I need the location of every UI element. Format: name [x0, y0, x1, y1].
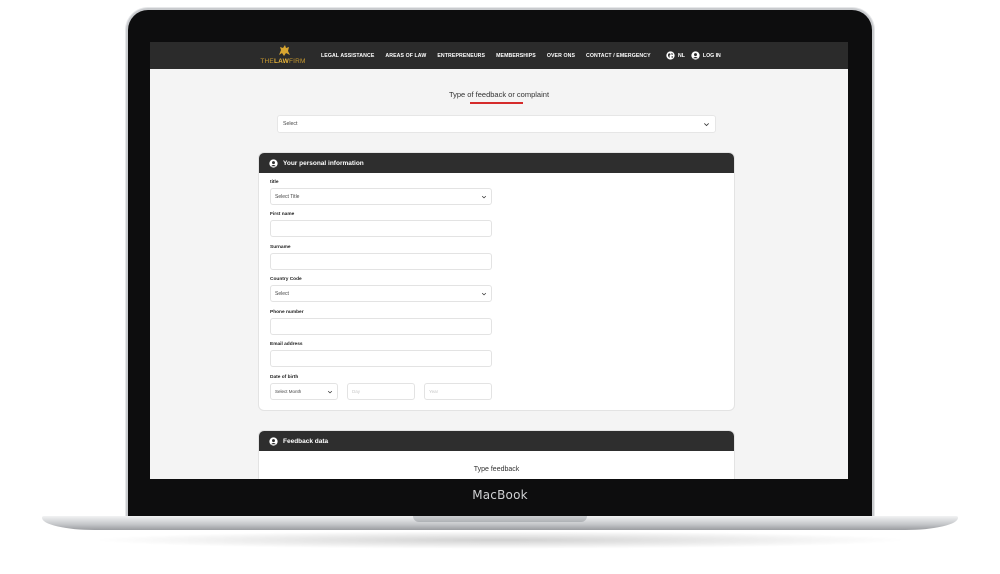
- person-icon: [269, 158, 278, 168]
- first-name-input[interactable]: [270, 220, 492, 237]
- surname-label: Surname: [270, 245, 291, 250]
- nav-links: LEGAL ASSISTANCE AREAS OF LAW ENTREPRENE…: [321, 42, 662, 69]
- phone-label: Phone number: [270, 310, 304, 315]
- person-icon: [269, 436, 278, 446]
- feedback-data-title: Feedback data: [283, 437, 329, 445]
- laptop-frame: MacBook THELAWFIRM LEGAL ASSISTANCE AREA…: [0, 0, 1000, 574]
- nav-legal-assistance[interactable]: LEGAL ASSISTANCE: [321, 53, 374, 59]
- dob-day-input[interactable]: Day: [347, 383, 415, 400]
- chevron-down-icon: [327, 390, 333, 394]
- globe-icon[interactable]: [666, 51, 675, 60]
- laptop-notch: [413, 516, 587, 522]
- chevron-down-icon: [704, 123, 709, 127]
- email-label: Email address: [270, 342, 303, 347]
- nav-areas-of-law[interactable]: AREAS OF LAW: [385, 53, 426, 59]
- title-select-value: Select Title: [275, 193, 300, 200]
- nav-memberships[interactable]: MEMBERSHIPS: [496, 53, 536, 59]
- dob-year-input[interactable]: Year: [424, 383, 492, 400]
- email-input[interactable]: [270, 350, 492, 367]
- chevron-down-icon: [481, 292, 487, 296]
- surname-input[interactable]: [270, 253, 492, 270]
- dob-month-select[interactable]: Select Month: [270, 383, 338, 400]
- top-nav: THELAWFIRM LEGAL ASSISTANCE AREAS OF LAW…: [150, 42, 848, 69]
- laptop-shadow: [90, 531, 910, 549]
- feedback-type-select[interactable]: Select: [277, 115, 716, 133]
- first-name-label: First name: [270, 212, 295, 217]
- title-label: title: [270, 180, 279, 185]
- personal-info-header: Your personal information: [259, 153, 734, 173]
- user-icon[interactable]: [691, 51, 700, 60]
- logo[interactable]: THELAWFIRM: [258, 44, 308, 68]
- country-code-select[interactable]: Select: [270, 285, 492, 302]
- personal-info-title: Your personal information: [283, 159, 364, 167]
- feedback-type-title: Type of feedback or complaint: [448, 90, 550, 99]
- nav-entrepreneurs[interactable]: ENTREPRENEURS: [437, 53, 485, 59]
- logo-text: THELAWFIRM: [260, 58, 306, 65]
- title-underline: [470, 102, 523, 104]
- nav-over-ons[interactable]: OVER ONS: [547, 53, 575, 59]
- screen: THELAWFIRM LEGAL ASSISTANCE AREAS OF LAW…: [150, 42, 848, 479]
- dob-year-placeholder: Year: [429, 389, 439, 394]
- personal-info-card: Your personal information title Select T…: [258, 152, 735, 411]
- phone-input[interactable]: [270, 318, 492, 335]
- feedback-type-select-value: Select: [283, 121, 298, 127]
- nav-contact-emergency[interactable]: CONTACT / EMERGENCY: [586, 53, 651, 59]
- feedback-data-card: Feedback data Type feedback: [258, 430, 735, 479]
- country-code-value: Select: [275, 290, 289, 297]
- device-label: MacBook: [472, 488, 528, 502]
- lion-logo-icon: [279, 45, 290, 56]
- dob-label: Date of birth: [270, 375, 299, 380]
- language-switch[interactable]: NL: [678, 53, 685, 59]
- type-feedback-label: Type feedback: [473, 466, 520, 473]
- title-select[interactable]: Select Title: [270, 188, 492, 205]
- feedback-data-header: Feedback data: [259, 431, 734, 451]
- chevron-down-icon: [481, 195, 487, 199]
- login-link[interactable]: LOG IN: [703, 53, 721, 59]
- country-code-label: Country Code: [270, 277, 302, 282]
- dob-day-placeholder: Day: [352, 389, 361, 394]
- nav-utilities: NL LOG IN: [666, 42, 721, 69]
- dob-month-value: Select Month: [275, 389, 302, 394]
